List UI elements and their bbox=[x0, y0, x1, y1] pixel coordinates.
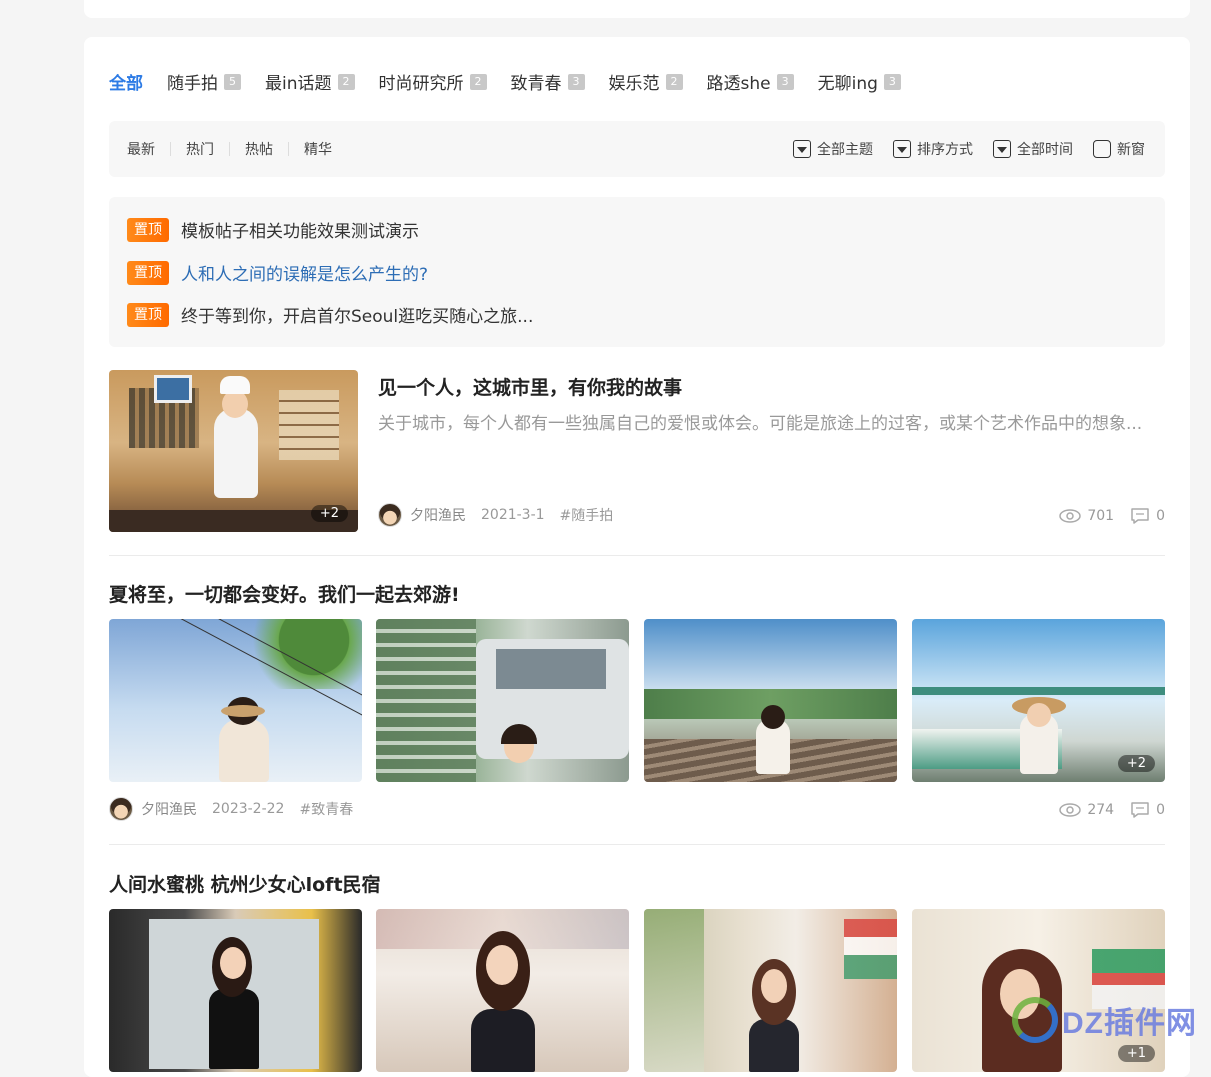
views-icon bbox=[1059, 509, 1081, 523]
tab-count-badge: 2 bbox=[470, 74, 487, 90]
dropdown-label: 全部时间 bbox=[1017, 139, 1073, 159]
dropdown-label: 排序方式 bbox=[917, 139, 973, 159]
post-title[interactable]: 见一个人，这城市里，有你我的故事 bbox=[378, 373, 682, 400]
post-stats: 274 0 bbox=[1059, 801, 1165, 819]
post-excerpt: 关于城市，每个人都有一些独属自己的爱恨或体会。可能是旅途上的过客，或某个艺术作品… bbox=[378, 409, 1166, 434]
tab-label: 路透she bbox=[707, 69, 771, 94]
divider bbox=[109, 844, 1165, 845]
comments-count: 0 bbox=[1156, 508, 1165, 524]
sort-links: 最新 热门 热帖 精华 bbox=[127, 121, 332, 177]
sticky-thread-item[interactable]: 置顶 终于等到你，开启首尔Seoul逛吃买随心之旅... bbox=[127, 302, 533, 327]
more-images-badge: +1 bbox=[1118, 1045, 1155, 1062]
filter-dropdowns: 全部主题 排序方式 全部时间 新窗 bbox=[773, 121, 1145, 177]
post-category-tag[interactable]: #致青春 bbox=[299, 799, 353, 819]
views-icon bbox=[1059, 803, 1081, 817]
more-images-badge: +2 bbox=[1118, 755, 1155, 772]
dropdown-label: 全部主题 bbox=[817, 139, 873, 159]
watermark-logo-icon bbox=[1012, 997, 1058, 1043]
tab-count-badge: 5 bbox=[224, 74, 241, 90]
divider bbox=[170, 142, 171, 156]
order-dropdown[interactable]: 排序方式 bbox=[893, 139, 973, 159]
views-count: 701 bbox=[1087, 508, 1114, 524]
sort-digest-link[interactable]: 精华 bbox=[304, 139, 332, 159]
sticky-thread-item[interactable]: 置顶 模板帖子相关功能效果测试演示 bbox=[127, 217, 419, 242]
author-name[interactable]: 夕阳渔民 bbox=[410, 505, 466, 525]
tab-count-badge: 3 bbox=[884, 74, 901, 90]
more-images-badge: +2 bbox=[311, 505, 348, 522]
thread-list-card: 全部 随手拍 5 最in话题 2 时尚研究所 2 致青春 3 娱乐范 2 路透she 3 无… bbox=[84, 37, 1190, 1077]
post-image[interactable] bbox=[376, 619, 629, 782]
tab-street[interactable]: 路透she 3 bbox=[707, 69, 794, 94]
tab-label: 致青春 bbox=[511, 69, 562, 94]
post-meta: 夕阳渔民 2021-3-1 #随手拍 bbox=[378, 503, 613, 527]
dropdown-icon bbox=[993, 140, 1011, 158]
tab-boring[interactable]: 无聊ing 3 bbox=[818, 69, 901, 94]
sticky-thread-title[interactable]: 人和人之间的误解是怎么产生的? bbox=[181, 260, 428, 285]
category-tabs: 全部 随手拍 5 最in话题 2 时尚研究所 2 致青春 3 娱乐范 2 路透she 3 无… bbox=[109, 69, 925, 94]
post-image[interactable] bbox=[109, 909, 362, 1072]
sticky-badge: 置顶 bbox=[127, 303, 169, 327]
divider bbox=[109, 555, 1165, 556]
post-title[interactable]: 人间水蜜桃 杭州少女心loft民宿 bbox=[109, 870, 381, 897]
new-window-checkbox[interactable]: 新窗 bbox=[1093, 139, 1145, 159]
sticky-badge: 置顶 bbox=[127, 261, 169, 285]
checkbox-icon bbox=[1093, 140, 1111, 158]
post-date: 2023-2-22 bbox=[212, 801, 284, 817]
tab-label: 全部 bbox=[109, 69, 143, 94]
post-meta: 夕阳渔民 2023-2-22 #致青春 bbox=[109, 797, 353, 821]
post-image[interactable] bbox=[376, 909, 629, 1072]
avatar[interactable] bbox=[378, 503, 402, 527]
sticky-thread-title[interactable]: 模板帖子相关功能效果测试演示 bbox=[181, 217, 419, 242]
comments-icon bbox=[1130, 507, 1150, 525]
watermark-text: DZ插件网 bbox=[1062, 998, 1197, 1042]
sort-hot-link[interactable]: 热门 bbox=[186, 139, 214, 159]
tab-label: 随手拍 bbox=[167, 69, 218, 94]
comments-icon bbox=[1130, 801, 1150, 819]
comments-count: 0 bbox=[1156, 802, 1165, 818]
sort-latest-link[interactable]: 最新 bbox=[127, 139, 155, 159]
filter-bar: 最新 热门 热帖 精华 全部主题 排序方式 全部时间 新窗 bbox=[109, 121, 1165, 177]
dropdown-icon bbox=[893, 140, 911, 158]
avatar[interactable] bbox=[109, 797, 133, 821]
post-date: 2021-3-1 bbox=[481, 507, 545, 523]
sticky-badge: 置顶 bbox=[127, 218, 169, 242]
topic-dropdown[interactable]: 全部主题 bbox=[793, 139, 873, 159]
tab-label: 时尚研究所 bbox=[379, 69, 464, 94]
tab-count-badge: 3 bbox=[568, 74, 585, 90]
post-stats: 701 0 bbox=[1059, 507, 1165, 525]
tab-suishoupai[interactable]: 随手拍 5 bbox=[167, 69, 241, 94]
divider bbox=[288, 142, 289, 156]
site-watermark: DZ插件网 bbox=[1012, 997, 1197, 1043]
sort-hot-posts-link[interactable]: 热帖 bbox=[245, 139, 273, 159]
tab-hot-topics[interactable]: 最in话题 2 bbox=[265, 69, 355, 94]
post-image[interactable] bbox=[109, 619, 362, 782]
post-image[interactable]: +1 bbox=[912, 909, 1165, 1072]
post-thumbnail[interactable]: +2 bbox=[109, 370, 358, 532]
tab-youth[interactable]: 致青春 3 bbox=[511, 69, 585, 94]
tab-label: 无聊ing bbox=[818, 69, 878, 94]
sticky-threads: 置顶 模板帖子相关功能效果测试演示 置顶 人和人之间的误解是怎么产生的? 置顶 … bbox=[109, 197, 1165, 347]
divider bbox=[229, 142, 230, 156]
tab-count-badge: 2 bbox=[338, 74, 355, 90]
post-image[interactable] bbox=[644, 619, 897, 782]
post-image[interactable]: +2 bbox=[912, 619, 1165, 782]
sticky-thread-title[interactable]: 终于等到你，开启首尔Seoul逛吃买随心之旅... bbox=[181, 302, 533, 327]
previous-card bbox=[84, 0, 1190, 18]
sticky-thread-item[interactable]: 置顶 人和人之间的误解是怎么产生的? bbox=[127, 260, 428, 285]
tab-count-badge: 3 bbox=[777, 74, 794, 90]
time-dropdown[interactable]: 全部时间 bbox=[993, 139, 1073, 159]
tab-count-badge: 2 bbox=[666, 74, 683, 90]
post-category-tag[interactable]: #随手拍 bbox=[560, 505, 614, 525]
checkbox-label: 新窗 bbox=[1117, 139, 1145, 159]
tab-label: 娱乐范 bbox=[609, 69, 660, 94]
post-title[interactable]: 夏将至，一切都会变好。我们一起去郊游! bbox=[109, 580, 460, 607]
post-image[interactable] bbox=[644, 909, 897, 1072]
dropdown-icon bbox=[793, 140, 811, 158]
tab-entertainment[interactable]: 娱乐范 2 bbox=[609, 69, 683, 94]
tab-fashion[interactable]: 时尚研究所 2 bbox=[379, 69, 487, 94]
author-name[interactable]: 夕阳渔民 bbox=[141, 799, 197, 819]
views-count: 274 bbox=[1087, 802, 1114, 818]
tab-all[interactable]: 全部 bbox=[109, 69, 143, 94]
tab-label: 最in话题 bbox=[265, 69, 332, 94]
